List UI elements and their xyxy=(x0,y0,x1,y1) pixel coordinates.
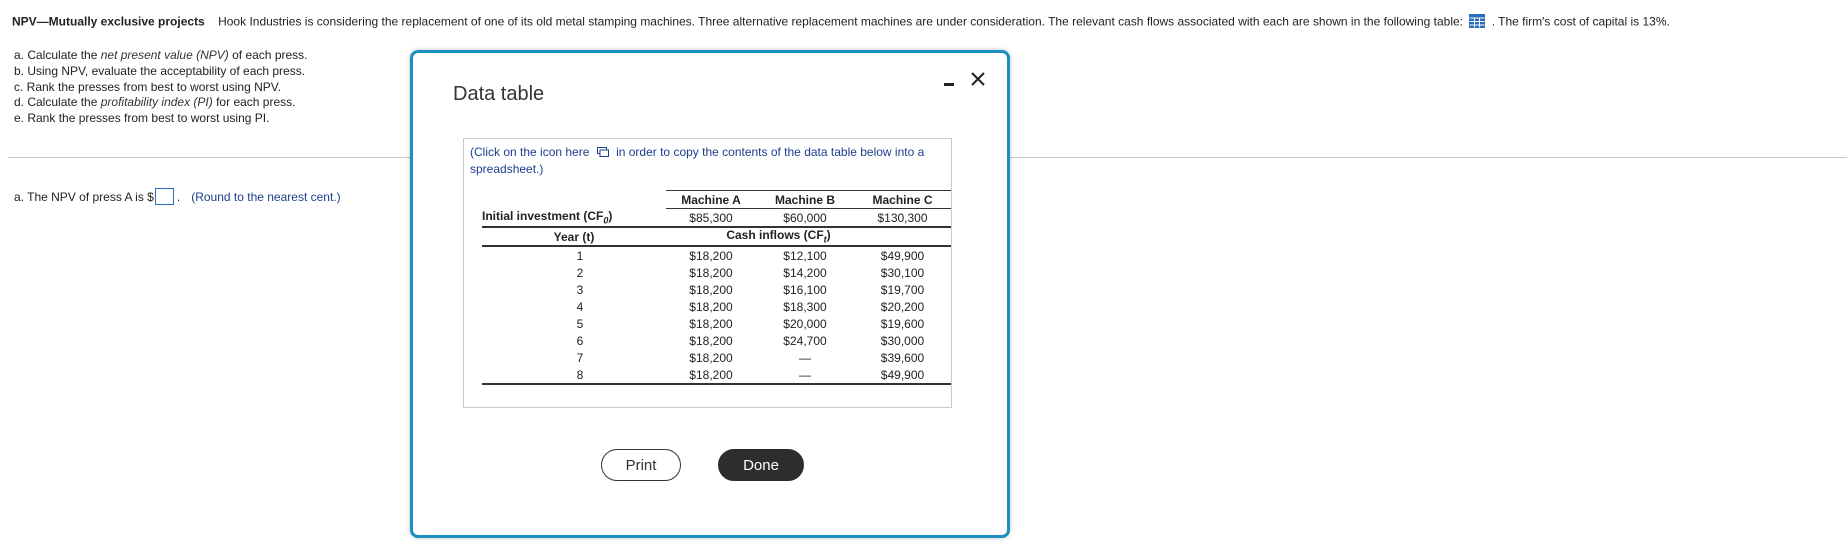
investment-label: Initial investment (CF0) xyxy=(482,208,666,228)
year-cell: 1 xyxy=(576,248,584,263)
machine-a-cell: $18,200 xyxy=(689,333,733,348)
investment-b: $60,000 xyxy=(756,208,854,228)
machine-c-cell: $49,900 xyxy=(880,248,925,263)
table-row: 1 $18,200 $12,100 $49,900 xyxy=(482,246,951,264)
year-cell: 3 xyxy=(576,282,584,297)
machine-a-cell: $18,200 xyxy=(666,366,756,385)
year-cell: 6 xyxy=(576,333,584,348)
machine-c-cell: $39,600 xyxy=(880,350,925,365)
part-b: b. Using NPV, evaluate the acceptability… xyxy=(14,63,306,78)
minimize-icon[interactable] xyxy=(942,77,956,91)
initial-investment-row: Initial investment (CF0) $85,300 $60,000… xyxy=(482,208,951,228)
machine-a-cell: $18,200 xyxy=(689,316,733,331)
year-cell: 8 xyxy=(482,366,666,385)
year-cell: 7 xyxy=(576,350,584,365)
table-row: 7 $18,200 — $39,600 xyxy=(482,349,951,366)
machine-b-cell: $20,000 xyxy=(783,316,827,331)
npv-answer-input[interactable] xyxy=(154,188,174,205)
machine-b-cell: — xyxy=(799,350,811,365)
part-d: d. Calculate the profitability index (PI… xyxy=(14,95,296,110)
year-cell: 2 xyxy=(576,265,584,280)
machine-b-cell: $14,200 xyxy=(783,265,827,280)
year-cell: 5 xyxy=(576,316,584,331)
print-button[interactable]: Print xyxy=(601,449,681,481)
cash-flow-rows: 1 $18,200 $12,100 $49,900 2 $18,200 $14,200 $30… xyxy=(482,246,951,385)
machine-a-cell: $18,200 xyxy=(689,282,733,297)
investment-c: $130,300 xyxy=(854,208,951,228)
machine-c-cell: $19,700 xyxy=(880,282,925,297)
machine-c-cell: $30,000 xyxy=(880,333,925,348)
machine-c-cell: $20,200 xyxy=(880,299,925,314)
table-header-row: Machine A Machine B Machine C xyxy=(482,190,951,209)
part-c: c. Rank the presses from best to worst u… xyxy=(14,79,282,94)
part-e: e. Rank the presses from best to worst u… xyxy=(14,111,270,126)
investment-a: $85,300 xyxy=(666,208,756,228)
problem-title: NPV—Mutually exclusive projects xyxy=(12,14,205,29)
machine-a-cell: $18,200 xyxy=(689,350,733,365)
header-machine-b: Machine B xyxy=(756,190,854,209)
cash-flow-table: Machine A Machine B Machine C Initial in… xyxy=(482,190,951,385)
machine-a-cell: $18,200 xyxy=(689,299,733,314)
machine-c-cell: $49,900 xyxy=(854,366,951,385)
data-table-panel: (Click on the icon here in order to copy… xyxy=(463,138,952,408)
copy-instructions: (Click on the icon here in order to copy… xyxy=(470,145,925,176)
rounding-hint: (Round to the nearest cent.) xyxy=(191,189,341,204)
done-button[interactable]: Done xyxy=(718,449,804,481)
table-row: 6 $18,200 $24,700 $30,000 xyxy=(482,332,951,349)
machine-b-cell: $18,300 xyxy=(783,299,827,314)
machine-b-cell: $12,100 xyxy=(783,248,827,263)
header-machine-c: Machine C xyxy=(854,190,951,209)
dialog-title: Data table xyxy=(453,83,545,105)
problem-statement: NPV—Mutually exclusive projects Hook Ind… xyxy=(12,14,1842,31)
table-row: 5 $18,200 $20,000 $19,600 xyxy=(482,315,951,332)
table-row: 4 $18,200 $18,300 $20,200 xyxy=(482,298,951,315)
header-machine-a: Machine A xyxy=(666,190,756,209)
machine-b-cell: $24,700 xyxy=(783,333,827,348)
year-header-row: Year (t) Cash inflows (CFt) xyxy=(482,227,951,247)
year-label: Year (t) xyxy=(482,227,666,247)
table-row: 8 $18,200— $49,900 xyxy=(482,366,951,385)
data-table-dialog: Data table (Click on the icon here in or… xyxy=(410,50,1010,538)
table-row: 3 $18,200 $16,100 $19,700 xyxy=(482,281,951,298)
machine-c-cell: $30,100 xyxy=(880,265,925,280)
grid-table-icon[interactable] xyxy=(1469,14,1486,31)
machine-a-cell: $18,200 xyxy=(689,248,733,263)
answer-prefix: a. The NPV of press A is $ xyxy=(14,189,154,204)
machine-b-cell: $16,100 xyxy=(783,282,827,297)
close-icon[interactable] xyxy=(969,70,987,88)
machine-b-cell: — xyxy=(756,366,854,385)
part-a: a. Calculate the net present value (NPV)… xyxy=(14,48,308,62)
year-cell: 4 xyxy=(576,299,584,314)
cash-inflows-label: Cash inflows (CFt) xyxy=(666,227,951,247)
machine-a-cell: $18,200 xyxy=(689,265,733,280)
problem-text: Hook Industries is considering the repla… xyxy=(218,14,1463,29)
machine-c-cell: $19,600 xyxy=(880,316,925,331)
table-row: 2 $18,200 $14,200 $30,100 xyxy=(482,264,951,281)
question-parts: a. Calculate the net present value (NPV)… xyxy=(14,48,308,127)
answer-row: a. The NPV of press A is $ . (Round to t… xyxy=(14,188,341,205)
copy-icon[interactable] xyxy=(596,145,609,161)
problem-cost-of-capital: . The firm's cost of capital is 13%. xyxy=(1491,14,1670,29)
answer-suffix: . xyxy=(176,189,181,204)
